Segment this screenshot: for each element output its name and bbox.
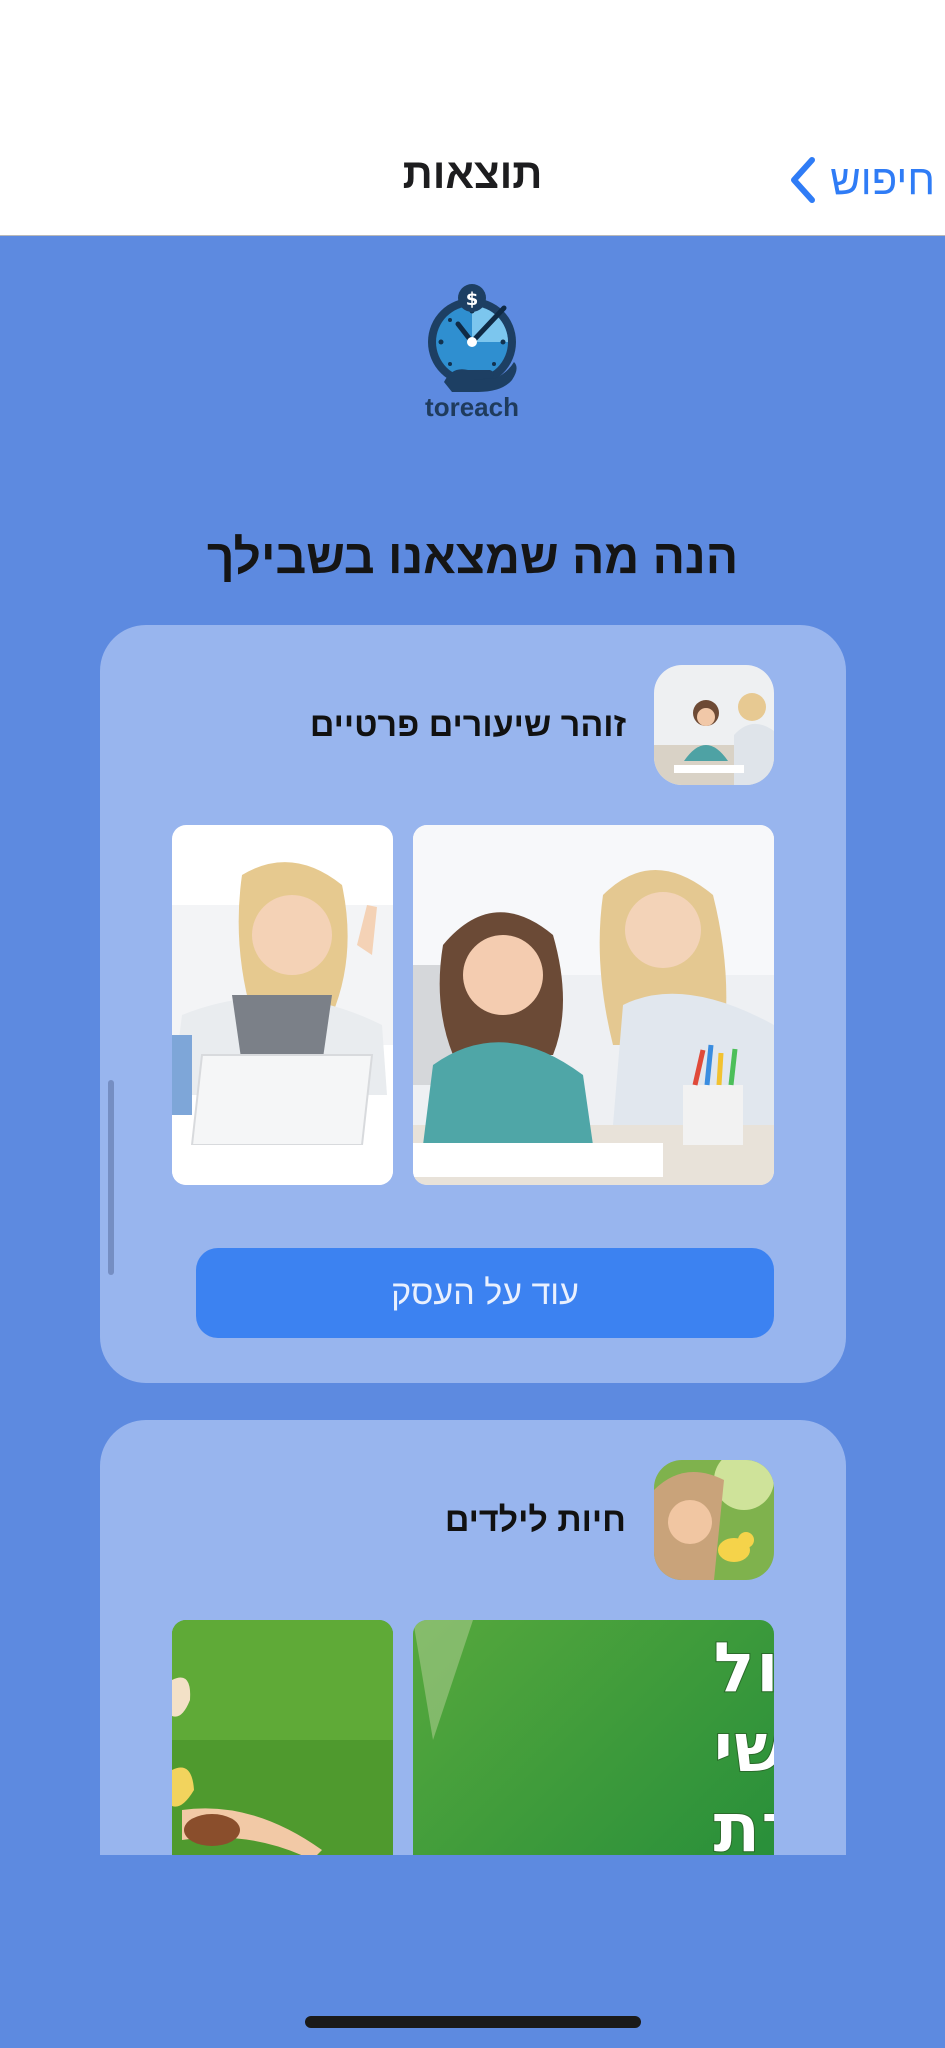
business-name: זוהר שיעורים פרטיים — [309, 705, 626, 744]
business-avatar — [654, 1460, 774, 1580]
back-button[interactable]: חיפוש — [786, 150, 935, 210]
back-button-label: חיפוש — [830, 156, 935, 203]
results-list[interactable]: זוהר שיעורים פרטיים עוד על העסק חיות ליל… — [0, 625, 945, 1855]
poster-text-line: טיפול — [713, 1627, 774, 1709]
image-gallery[interactable] — [172, 825, 774, 1187]
app-logo: $ toreach — [392, 278, 552, 448]
chevron-left-icon — [786, 155, 820, 205]
business-card[interactable]: חיות לילדים טיפול רגשי — [100, 1420, 846, 1855]
logo-wordmark: toreach — [425, 392, 519, 422]
business-details-button[interactable]: עוד על העסק — [196, 1248, 774, 1338]
gallery-image[interactable] — [172, 1620, 393, 1855]
navigation-bar: תוצאות חיפוש — [0, 0, 945, 236]
business-card-header: חיות לילדים — [445, 1460, 774, 1580]
poster-text-line: בעזרת — [713, 1787, 774, 1855]
gallery-image[interactable] — [172, 825, 393, 1185]
clock-dollar-hand-icon: $ — [412, 278, 532, 398]
scroll-indicator[interactable] — [108, 1080, 114, 1275]
gallery-image[interactable]: טיפול רגשי בעזרת — [413, 1620, 774, 1855]
home-indicator[interactable] — [305, 2016, 641, 2028]
business-name: חיות לילדים — [444, 1500, 626, 1539]
poster-text-line: רגשי — [713, 1707, 774, 1789]
results-screen: תוצאות חיפוש $ toreach הנה מה שמצאנו בשב… — [0, 0, 945, 2048]
business-avatar — [654, 665, 774, 785]
image-gallery[interactable]: טיפול רגשי בעזרת — [172, 1620, 774, 1855]
svg-text:$: $ — [466, 289, 479, 310]
gallery-image[interactable] — [413, 825, 774, 1185]
results-headline: הנה מה שמצאנו בשבילך — [206, 531, 739, 584]
business-card[interactable]: זוהר שיעורים פרטיים עוד על העסק — [100, 625, 846, 1383]
business-card-header: זוהר שיעורים פרטיים — [310, 665, 774, 785]
